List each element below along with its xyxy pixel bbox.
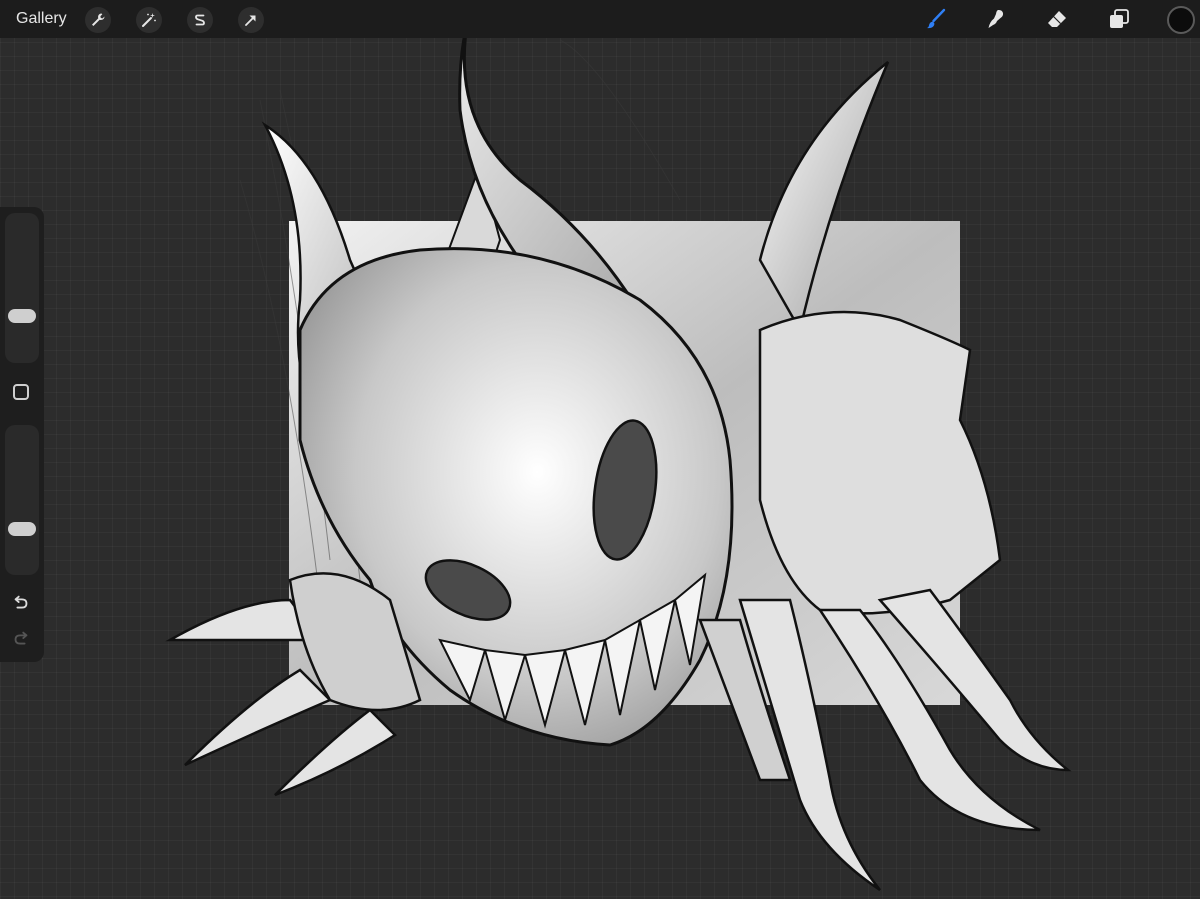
wrench-icon [92, 13, 105, 26]
layers-icon [1110, 9, 1129, 28]
left-claw-hand [165, 572, 422, 797]
arrow-cursor-icon [245, 15, 256, 26]
layers-button[interactable] [1105, 5, 1133, 33]
smudge-button[interactable] [982, 5, 1010, 33]
magic-wand-icon [142, 13, 156, 27]
gallery-button[interactable]: Gallery [16, 10, 67, 28]
actions-button[interactable] [85, 7, 111, 33]
selection-s-icon [195, 14, 205, 26]
paint-button[interactable] [922, 5, 950, 33]
color-picker-button[interactable] [1167, 6, 1195, 34]
canvas-artwork[interactable] [0, 38, 1200, 899]
selection-button[interactable] [187, 7, 213, 33]
right-furry-arm [758, 310, 1002, 615]
brush-icon [927, 8, 946, 29]
transform-button[interactable] [238, 7, 264, 33]
eraser-icon [1048, 11, 1066, 27]
procreate-app: Gallery [0, 0, 1200, 899]
smudge-icon [988, 9, 1004, 28]
erase-button[interactable] [1043, 5, 1071, 33]
top-toolbar: Gallery [0, 0, 1200, 38]
adjustments-button[interactable] [136, 7, 162, 33]
